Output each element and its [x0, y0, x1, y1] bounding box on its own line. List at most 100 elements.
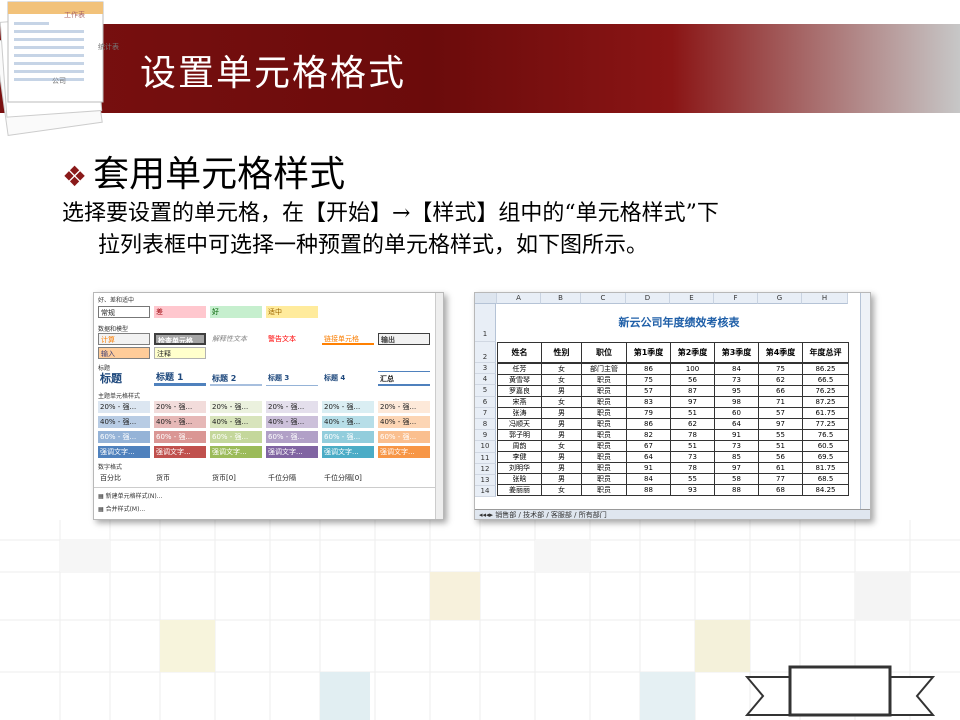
- table-cell[interactable]: 86: [626, 417, 671, 430]
- new-cell-style-item[interactable]: ▦ 新建单元格样式(N)...: [98, 491, 162, 500]
- header-cell[interactable]: 第3季度: [714, 342, 759, 364]
- table-cell[interactable]: 84: [626, 472, 671, 485]
- style-percent[interactable]: 百分比: [98, 472, 150, 484]
- table-cell[interactable]: 56: [758, 450, 803, 463]
- theme-accent-1[interactable]: 强调文字...: [98, 446, 150, 458]
- table-cell[interactable]: 55: [758, 428, 803, 441]
- tab-nav-arrows-icon[interactable]: ◂◂◂▸: [479, 511, 495, 519]
- header-cell[interactable]: 第2季度: [670, 342, 715, 364]
- table-cell[interactable]: 56: [670, 373, 715, 386]
- row-header[interactable]: 9: [475, 430, 496, 442]
- table-cell[interactable]: 88: [626, 483, 671, 496]
- table-cell[interactable]: 84: [714, 362, 759, 375]
- table-cell[interactable]: 职员: [581, 461, 627, 474]
- row-header[interactable]: 8: [475, 419, 496, 431]
- gallery-scrollbar[interactable]: [435, 293, 443, 519]
- header-cell[interactable]: 第4季度: [758, 342, 803, 364]
- table-cell[interactable]: 77.25: [802, 417, 849, 430]
- table-cell[interactable]: 男: [541, 450, 582, 463]
- table-cell[interactable]: 73: [714, 439, 759, 452]
- table-cell[interactable]: 62: [670, 417, 715, 430]
- table-cell[interactable]: 79: [626, 406, 671, 419]
- table-cell[interactable]: 51: [758, 439, 803, 452]
- theme-accent-6[interactable]: 强调文字...: [378, 446, 430, 458]
- table-cell[interactable]: 64: [626, 450, 671, 463]
- theme-40-2[interactable]: 40% - 强...: [154, 416, 206, 428]
- col-header-a[interactable]: A: [497, 293, 541, 304]
- table-cell[interactable]: 82: [626, 428, 671, 441]
- style-bad[interactable]: 差: [154, 306, 206, 318]
- col-header-f[interactable]: F: [714, 293, 758, 304]
- table-cell[interactable]: 85: [714, 450, 759, 463]
- table-cell[interactable]: 51: [670, 439, 715, 452]
- table-cell[interactable]: 98: [714, 395, 759, 408]
- table-cell[interactable]: 97: [670, 395, 715, 408]
- table-cell[interactable]: 61.75: [802, 406, 849, 419]
- style-heading-1[interactable]: 标题 1: [154, 371, 206, 386]
- header-cell[interactable]: 职位: [581, 342, 627, 364]
- table-cell[interactable]: 部门主管: [581, 362, 627, 375]
- table-cell[interactable]: 86: [626, 362, 671, 375]
- table-cell[interactable]: 77: [758, 472, 803, 485]
- theme-accent-5[interactable]: 强调文字...: [322, 446, 374, 458]
- vertical-scrollbar[interactable]: [860, 293, 870, 511]
- header-cell[interactable]: 第1季度: [626, 342, 671, 364]
- style-heading-3[interactable]: 标题 3: [266, 371, 318, 386]
- table-cell[interactable]: 职员: [581, 472, 627, 485]
- table-cell[interactable]: 78: [670, 428, 715, 441]
- style-comma-0[interactable]: 千位分隔[0]: [322, 472, 374, 484]
- col-header-d[interactable]: D: [626, 293, 670, 304]
- table-cell[interactable]: 91: [626, 461, 671, 474]
- table-cell[interactable]: 女: [541, 362, 582, 375]
- table-cell[interactable]: 60.5: [802, 439, 849, 452]
- style-linked-cell[interactable]: 链接单元格: [322, 333, 374, 345]
- table-cell[interactable]: 罗嘉良: [497, 384, 542, 397]
- table-cell[interactable]: 职员: [581, 439, 627, 452]
- row-header[interactable]: 11: [475, 452, 496, 464]
- theme-40-3[interactable]: 40% - 强...: [210, 416, 262, 428]
- theme-40-6[interactable]: 40% - 强...: [378, 416, 430, 428]
- table-cell[interactable]: 60: [714, 406, 759, 419]
- table-cell[interactable]: 任芳: [497, 362, 542, 375]
- table-cell[interactable]: 81.75: [802, 461, 849, 474]
- theme-20-5[interactable]: 20% - 强...: [322, 401, 374, 413]
- table-cell[interactable]: 男: [541, 472, 582, 485]
- table-cell[interactable]: 87.25: [802, 395, 849, 408]
- theme-40-1[interactable]: 40% - 强...: [98, 416, 150, 428]
- table-cell[interactable]: 57: [626, 384, 671, 397]
- table-cell[interactable]: 职员: [581, 406, 627, 419]
- table-cell[interactable]: 76.5: [802, 428, 849, 441]
- table-cell[interactable]: 73: [670, 450, 715, 463]
- theme-60-1[interactable]: 60% - 强...: [98, 431, 150, 443]
- table-cell[interactable]: 73: [714, 373, 759, 386]
- table-cell[interactable]: 李健: [497, 450, 542, 463]
- row-header[interactable]: 4: [475, 374, 496, 386]
- table-cell[interactable]: 黄雪琴: [497, 373, 542, 386]
- table-cell[interactable]: 51: [670, 406, 715, 419]
- row-header[interactable]: 1: [475, 304, 496, 342]
- style-currency-0[interactable]: 货币[0]: [210, 472, 262, 484]
- theme-60-6[interactable]: 60% - 强...: [378, 431, 430, 443]
- table-cell[interactable]: 62: [758, 373, 803, 386]
- style-input[interactable]: 输入: [98, 347, 150, 359]
- row-header[interactable]: 5: [475, 385, 496, 397]
- table-cell[interactable]: 66.5: [802, 373, 849, 386]
- table-cell[interactable]: 职员: [581, 483, 627, 496]
- table-cell[interactable]: 男: [541, 417, 582, 430]
- row-header[interactable]: 3: [475, 363, 496, 375]
- table-cell[interactable]: 男: [541, 428, 582, 441]
- table-cell[interactable]: 66: [758, 384, 803, 397]
- theme-60-3[interactable]: 60% - 强...: [210, 431, 262, 443]
- style-heading-4[interactable]: 标题 4: [322, 371, 374, 386]
- merge-styles-item[interactable]: ▦ 合并样式(M)...: [98, 504, 145, 513]
- table-cell[interactable]: 75: [758, 362, 803, 375]
- col-header-g[interactable]: G: [758, 293, 802, 304]
- table-cell[interactable]: 97: [714, 461, 759, 474]
- row-header[interactable]: 14: [475, 486, 496, 498]
- style-total[interactable]: 汇总: [378, 371, 430, 386]
- table-cell[interactable]: 男: [541, 384, 582, 397]
- style-warning[interactable]: 警告文本: [266, 333, 318, 345]
- table-cell[interactable]: 女: [541, 395, 582, 408]
- table-cell[interactable]: 职员: [581, 428, 627, 441]
- table-cell[interactable]: 57: [758, 406, 803, 419]
